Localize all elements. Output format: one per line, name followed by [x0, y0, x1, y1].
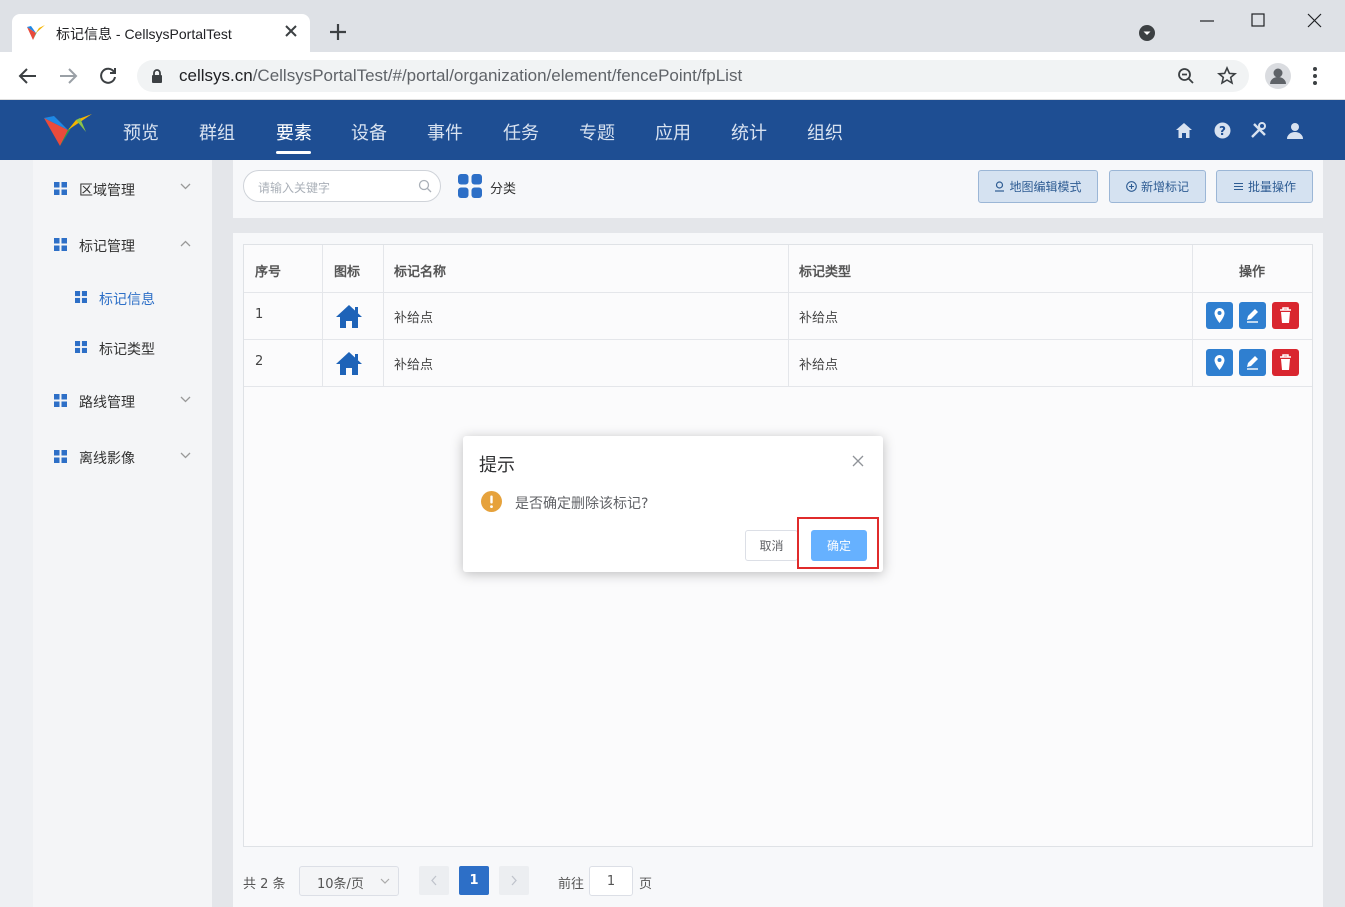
zoom-icon[interactable]	[1177, 67, 1195, 85]
forward-icon[interactable]	[58, 66, 78, 86]
reload-icon[interactable]	[98, 66, 118, 86]
minimize-icon[interactable]	[1196, 12, 1218, 30]
bookmark-star-icon[interactable]	[1217, 66, 1237, 86]
window-close-icon[interactable]	[1305, 12, 1325, 30]
browser-menu-icon[interactable]	[1312, 66, 1318, 86]
profile-icon[interactable]	[1265, 63, 1291, 89]
warning-icon	[481, 491, 502, 512]
cancel-button[interactable]: 取消	[745, 530, 798, 561]
app-favicon-icon	[26, 24, 46, 42]
tab-search-icon[interactable]	[1138, 24, 1156, 42]
browser-tab[interactable]: 标记信息 - CellsysPortalTest	[12, 14, 310, 52]
confirm-button-highlight	[797, 517, 879, 569]
new-tab-icon[interactable]	[328, 22, 348, 42]
url-text: cellsys.cn/CellsysPortalTest/#/portal/or…	[179, 66, 743, 85]
maximize-icon[interactable]	[1249, 12, 1269, 30]
tab-title: 标记信息 - CellsysPortalTest	[56, 26, 232, 42]
lock-icon	[151, 69, 163, 83]
close-icon[interactable]	[852, 455, 864, 467]
address-bar[interactable]: cellsys.cn/CellsysPortalTest/#/portal/or…	[137, 60, 1249, 92]
back-icon[interactable]	[18, 66, 38, 86]
tab-close-icon[interactable]	[284, 24, 298, 38]
dialog-title: 提示	[479, 455, 515, 476]
dialog-message: 是否确定删除该标记?	[515, 496, 649, 512]
